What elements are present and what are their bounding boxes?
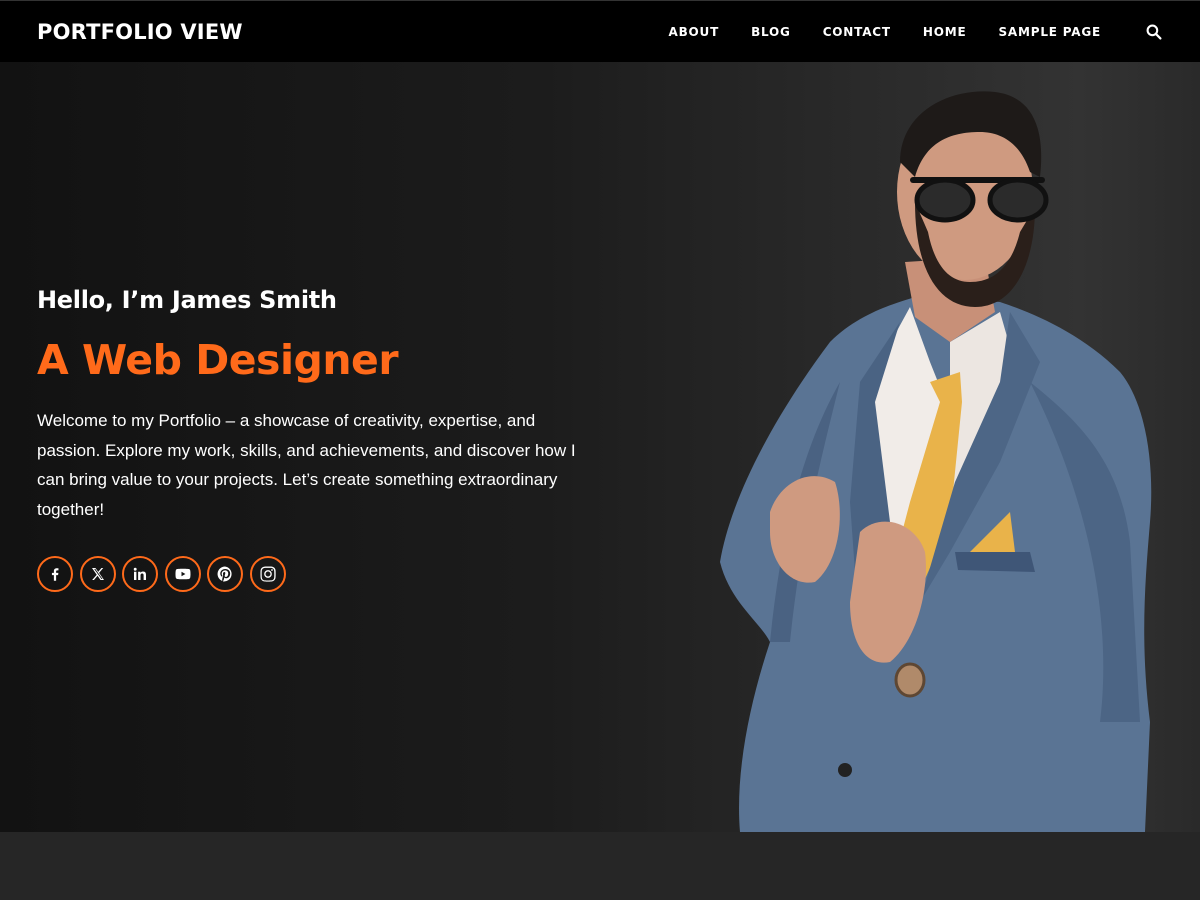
- linkedin-icon[interactable]: [122, 556, 158, 592]
- nav-item-about[interactable]: ABOUT: [669, 25, 720, 39]
- instagram-icon[interactable]: [249, 556, 286, 592]
- hero-text: Hello, I’m James Smith A Web Designer We…: [37, 286, 597, 592]
- social-links: [37, 556, 597, 592]
- nav-item-home[interactable]: HOME: [923, 25, 967, 39]
- site-logo[interactable]: PORTFOLIO VIEW: [37, 20, 243, 44]
- portrait-image: [720, 91, 1152, 832]
- next-section-band: [0, 832, 1200, 900]
- pinterest-icon[interactable]: [207, 556, 243, 592]
- hero-intro: Welcome to my Portfolio – a showcase of …: [37, 411, 576, 519]
- search-icon[interactable]: [1145, 23, 1163, 41]
- facebook-icon[interactable]: [37, 556, 73, 592]
- youtube-icon[interactable]: [164, 556, 201, 592]
- nav-item-blog[interactable]: BLOG: [751, 25, 791, 39]
- nav-item-sample-page[interactable]: SAMPLE PAGE: [998, 25, 1101, 39]
- nav-item-contact[interactable]: CONTACT: [823, 25, 891, 39]
- main-nav: ABOUT BLOG CONTACT HOME SAMPLE PAGE: [669, 23, 1164, 41]
- site-header: PORTFOLIO VIEW ABOUT BLOG CONTACT HOME S…: [0, 0, 1200, 62]
- x-icon[interactable]: [79, 556, 116, 592]
- hero-greeting: Hello, I’m James Smith: [37, 286, 337, 314]
- hero-section: Hello, I’m James Smith A Web Designer We…: [0, 62, 1200, 832]
- hero-role: A Web Designer: [37, 336, 399, 384]
